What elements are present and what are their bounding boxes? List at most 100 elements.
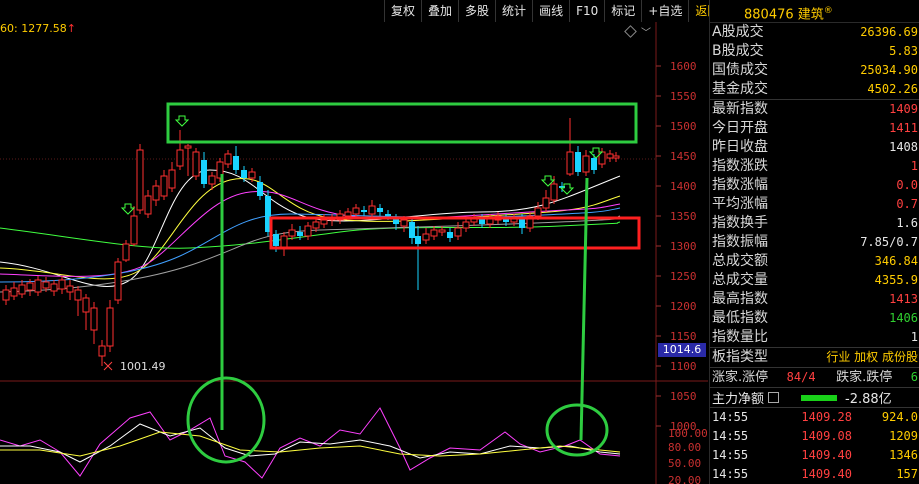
stat-row: 指数换手 1.6: [710, 214, 919, 233]
candle-body: [575, 152, 581, 172]
chevron-down-icon[interactable]: ﹀: [641, 24, 651, 39]
candle-body: [233, 156, 239, 170]
tick-row: 14:55 1409.08 1209: [710, 427, 919, 446]
tick-vol: 157: [896, 467, 918, 481]
candle-body: [192, 151, 200, 177]
tick-time: 14:55: [712, 429, 749, 443]
tick-price: 1409.40: [801, 467, 852, 481]
candle-body: [257, 182, 263, 196]
tick-list: 14:55 1409.28 924.0 14:55 1409.08 1209 14:55 14…: [710, 407, 919, 484]
toolbar-multi-stock-button[interactable]: 多股: [458, 0, 495, 22]
candle-body: [273, 234, 279, 246]
kline-chart-area[interactable]: 1600 1550 1500 1450 1400 1350 1300 1250 1200 1150…: [0, 0, 719, 484]
candle-body: [34, 279, 42, 293]
toolbar-draw-line-button[interactable]: 画线: [532, 0, 569, 22]
candle-body: [312, 221, 320, 229]
stat-value: 1.6: [896, 216, 918, 230]
tick-row: 14:55 1409.40 1346: [710, 446, 919, 465]
stat-value: 1408: [889, 140, 918, 154]
candle-body: [50, 283, 58, 292]
stat-label: 指数量比: [712, 329, 768, 345]
candle-body: [160, 175, 168, 197]
y-tick-label: 1600: [670, 60, 697, 73]
candle-body: [422, 233, 430, 241]
osc-tick-label: 50.00: [668, 457, 701, 470]
candle-body: [415, 236, 421, 244]
candle-body: [2, 289, 10, 301]
stat-label: 指数振幅: [712, 234, 768, 250]
candle-body: [122, 243, 130, 261]
toolbar-overlay-button[interactable]: 叠加: [421, 0, 458, 22]
candle-body: [400, 219, 408, 227]
current-price-tag: 1014.6: [658, 343, 706, 357]
toolbar-fuquan-button[interactable]: 复权: [384, 0, 421, 22]
stat-row: 基金成交 4502.26: [710, 80, 919, 99]
stat-value: 4502.26: [867, 82, 918, 96]
panel-title: 880476 建筑®: [710, 0, 919, 23]
stat-row: 指数振幅 7.85/0.7: [710, 233, 919, 252]
candle-body: [26, 282, 34, 291]
tick-time: 14:55: [712, 448, 749, 462]
net-flow-bar: [801, 394, 838, 401]
candle-body: [106, 307, 114, 347]
kline-chart-svg[interactable]: 1600 1550 1500 1450 1400 1350 1300 1250 1200 1150…: [0, 0, 708, 484]
low-price-label: 1001.49: [120, 360, 166, 373]
toolbar-stats-button[interactable]: 统计: [495, 0, 532, 22]
y-tick-label: 1250: [670, 270, 697, 283]
candle-body: [454, 227, 462, 237]
stat-label: B股成交: [712, 43, 764, 59]
candle-body: [566, 151, 574, 175]
candle-body: [144, 195, 152, 215]
candle-body: [10, 287, 18, 297]
stat-value: 25034.90: [860, 63, 918, 77]
stat-row: 指数涨跌 1: [710, 157, 919, 176]
candle-body: [288, 229, 296, 237]
stat-label: 基金成交: [712, 81, 768, 97]
stat-value: 7.85/0.7: [860, 235, 918, 249]
toolbar-f10-button[interactable]: F10: [569, 0, 604, 22]
stat-row: A股成交 26396.69: [710, 23, 919, 42]
toolbar-mark-button[interactable]: 标记: [604, 0, 641, 22]
toolbar-add-watchlist-button[interactable]: +自选: [641, 0, 688, 22]
tick-price: 1409.40: [801, 448, 852, 462]
candle-body: [344, 211, 352, 217]
candle-body: [606, 153, 614, 159]
candle-body: [582, 155, 590, 173]
candle-body: [224, 153, 232, 165]
candle-body: [136, 149, 144, 211]
candle-body: [130, 215, 138, 245]
candle-body: [304, 225, 312, 237]
stat-value: 1413: [889, 292, 918, 306]
candle-body: [98, 345, 106, 357]
stat-value: 346.84: [874, 254, 918, 268]
ma-arrow-icon: ↑: [66, 22, 76, 35]
candle-body: [82, 297, 90, 313]
menu-icon[interactable]: [768, 392, 780, 403]
index-code: 880476: [744, 7, 794, 23]
annotation-green-box: [166, 102, 638, 144]
buy-signal-arrow-icon: [120, 203, 136, 215]
y-tick-label: 1200: [670, 300, 697, 313]
tick-vol: 1346: [889, 448, 918, 462]
registered-icon: ®: [823, 6, 833, 16]
stat-label: 最高指数: [712, 291, 768, 307]
stat-row: 昨日收盘 1408: [710, 138, 919, 157]
stat-value: 26396.69: [860, 25, 918, 39]
candle-body: [208, 175, 216, 185]
stat-row: 国债成交 25034.90: [710, 61, 919, 80]
stat-label: 平均涨幅: [712, 196, 768, 212]
y-tick-label: 1350: [670, 210, 697, 223]
stat-value: 4355.9: [874, 273, 918, 287]
stat-value: 1406: [889, 311, 918, 325]
stat-label: 今日开盘: [712, 120, 768, 136]
turnover-section: A股成交 26396.69 B股成交 5.83 国债成交 25034.90 基金成交 4502…: [710, 23, 919, 99]
candle-body: [18, 284, 26, 295]
candle-body: [385, 214, 391, 216]
candle-body: [320, 219, 328, 225]
y-tick-label: 1150: [670, 330, 697, 343]
stat-label: 最低指数: [712, 310, 768, 326]
candle-body: [591, 158, 597, 170]
down-count-value: 6: [910, 370, 918, 384]
stat-label: 昨日收盘: [712, 139, 768, 155]
stat-value: 1411: [889, 121, 918, 135]
